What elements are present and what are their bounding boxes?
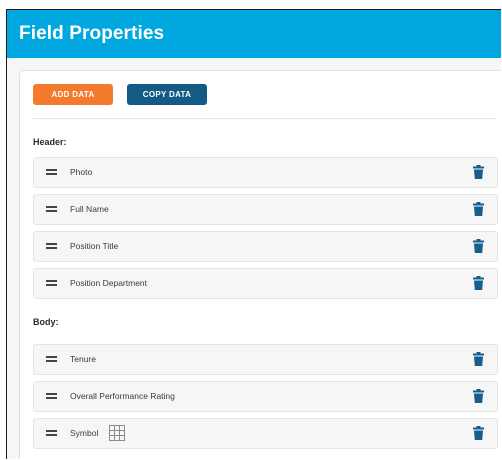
add-data-button[interactable]: ADD DATA [33, 84, 113, 105]
field-label: Photo [70, 167, 93, 177]
trash-icon[interactable] [473, 165, 484, 179]
grid-icon [109, 425, 125, 441]
trash-icon[interactable] [473, 426, 484, 440]
drag-handle-icon[interactable] [46, 169, 57, 175]
field-row-tenure[interactable]: Tenure [33, 344, 498, 375]
drag-handle-icon[interactable] [46, 280, 57, 286]
section-label-header: Header: [33, 137, 67, 147]
field-row-position-title[interactable]: Position Title [33, 231, 498, 262]
field-properties-card: ADD DATA COPY DATA Header: Photo Full Na… [19, 70, 501, 459]
drag-handle-icon[interactable] [46, 430, 57, 436]
trash-icon[interactable] [473, 276, 484, 290]
field-label: Overall Performance Rating [70, 391, 175, 401]
section-label-body: Body: [33, 317, 59, 327]
field-label: Position Department [70, 278, 148, 288]
drag-handle-icon[interactable] [46, 243, 57, 249]
trash-icon[interactable] [473, 389, 484, 403]
drag-handle-icon[interactable] [46, 393, 57, 399]
field-label: Symbol [70, 428, 99, 438]
drag-handle-icon[interactable] [46, 356, 57, 362]
field-row-photo[interactable]: Photo [33, 157, 498, 188]
field-label: Position Title [70, 241, 119, 251]
field-label: Tenure [70, 354, 96, 364]
app-window: Field Properties ADD DATA COPY DATA Head… [6, 9, 501, 459]
field-row-position-department[interactable]: Position Department [33, 268, 498, 299]
divider [33, 118, 497, 119]
field-row-full-name[interactable]: Full Name [33, 194, 498, 225]
trash-icon[interactable] [473, 239, 484, 253]
panel-header: Field Properties [7, 10, 501, 58]
field-row-overall-performance-rating[interactable]: Overall Performance Rating [33, 381, 498, 412]
page-title: Field Properties [19, 23, 165, 44]
trash-icon[interactable] [473, 202, 484, 216]
drag-handle-icon[interactable] [46, 206, 57, 212]
field-label: Full Name [70, 204, 109, 214]
copy-data-button[interactable]: COPY DATA [127, 84, 207, 105]
field-row-symbol[interactable]: Symbol [33, 418, 498, 449]
trash-icon[interactable] [473, 352, 484, 366]
